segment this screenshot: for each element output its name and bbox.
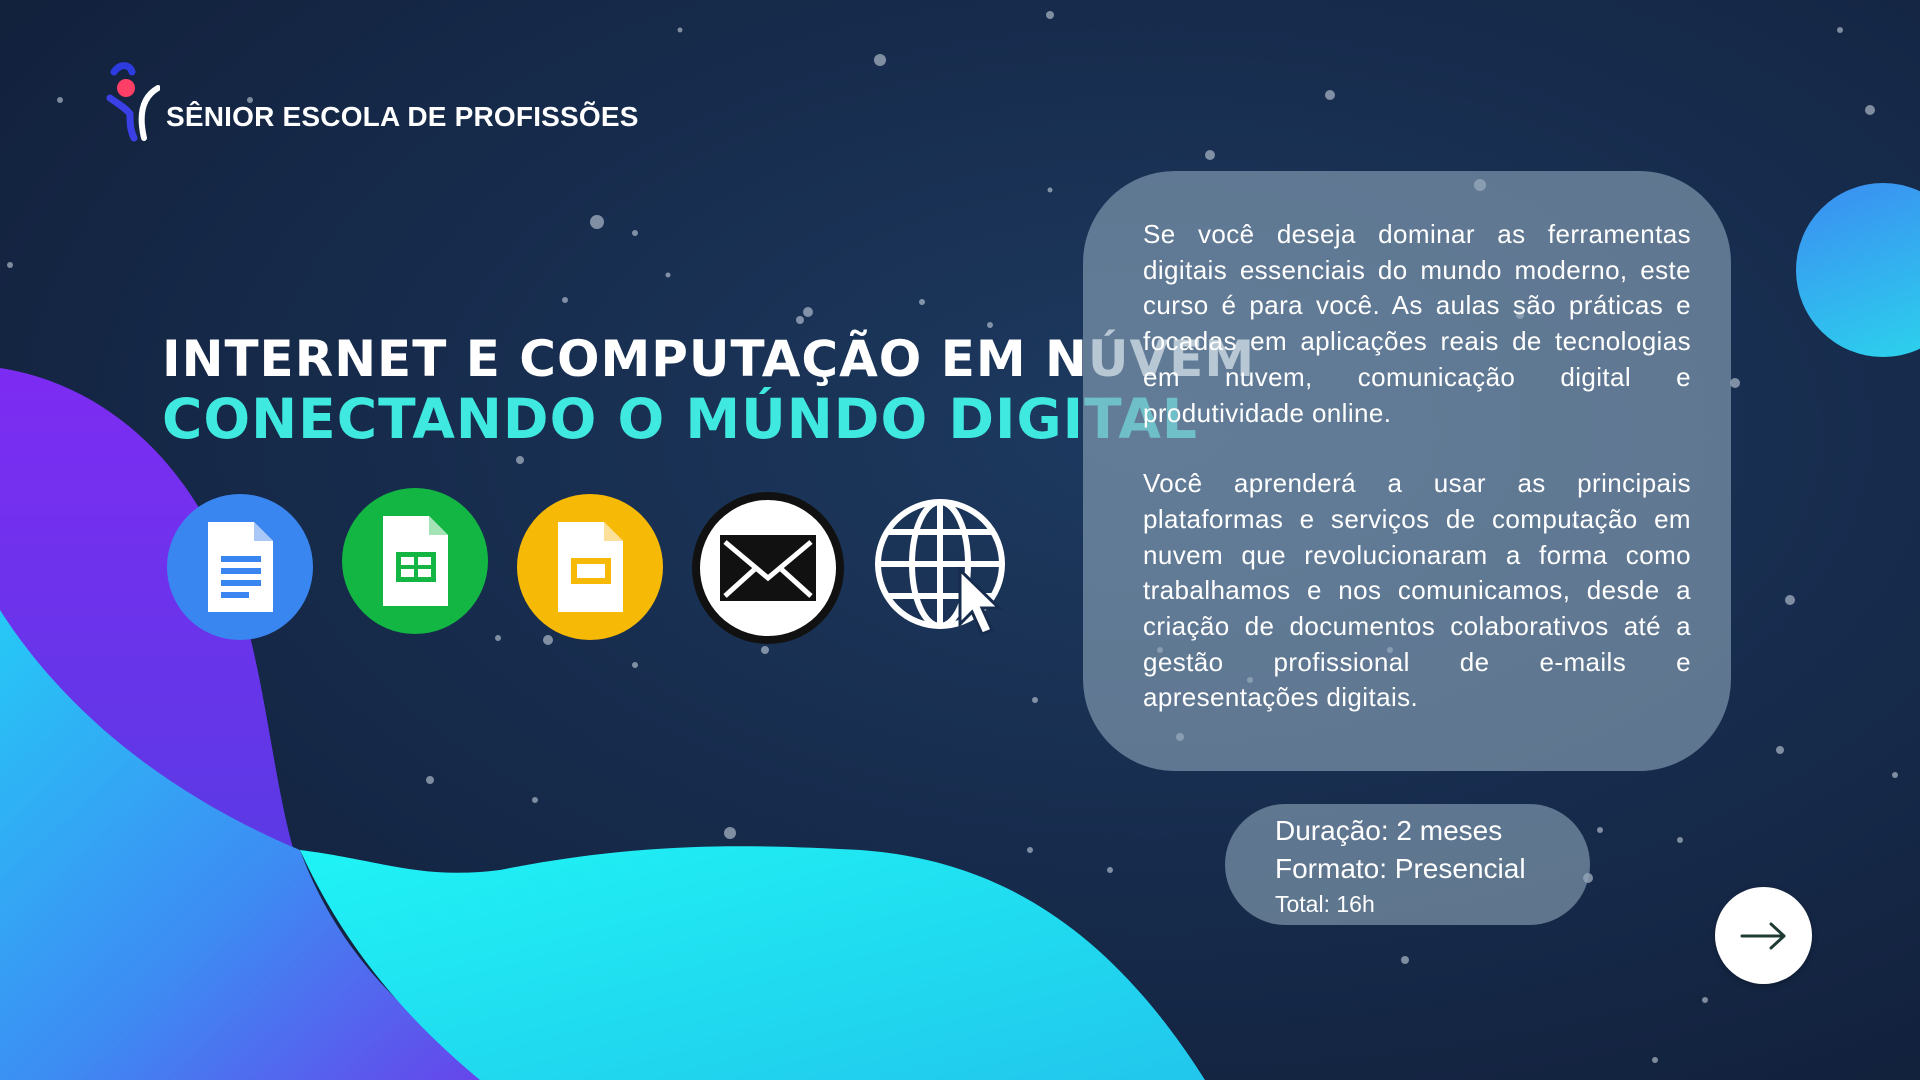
description-paragraph-1: Se você deseja dominar as ferramentas di… xyxy=(1143,219,1691,428)
slides-icon xyxy=(517,494,663,640)
course-details-pill: Duração: 2 meses Formato: Presencial Tot… xyxy=(1225,804,1590,925)
person-swoosh-logo-icon xyxy=(106,62,160,142)
docs-icon xyxy=(167,494,313,640)
total-hours-text: Total: 16h xyxy=(1275,891,1375,917)
brand-name: SÊNIOR ESCOLA DE PROFISSÕES xyxy=(166,101,639,132)
course-subtitle: CONECTANDO O MÚNDO DIGITAL xyxy=(162,387,1198,451)
description-paragraph-2: Você aprenderá a usar as principais plat… xyxy=(1143,468,1691,713)
next-button[interactable] xyxy=(1715,887,1812,984)
course-headline: INTERNET E COMPUTAÇÃO EM NÚVEM CONECTAND… xyxy=(162,330,1256,451)
format-text: Formato: Presencial xyxy=(1275,853,1526,884)
course-description-card: Se você deseja dominar as ferramentas di… xyxy=(1083,171,1731,771)
course-title: INTERNET E COMPUTAÇÃO EM NÚVEM xyxy=(162,330,1256,388)
mail-icon xyxy=(692,492,844,644)
brand-header: SÊNIOR ESCOLA DE PROFISSÕES xyxy=(100,58,639,142)
globe-cursor-icon xyxy=(875,499,1005,636)
sheets-icon xyxy=(342,488,488,634)
arrow-right-icon xyxy=(1740,922,1785,949)
duration-text: Duração: 2 meses xyxy=(1275,815,1503,846)
